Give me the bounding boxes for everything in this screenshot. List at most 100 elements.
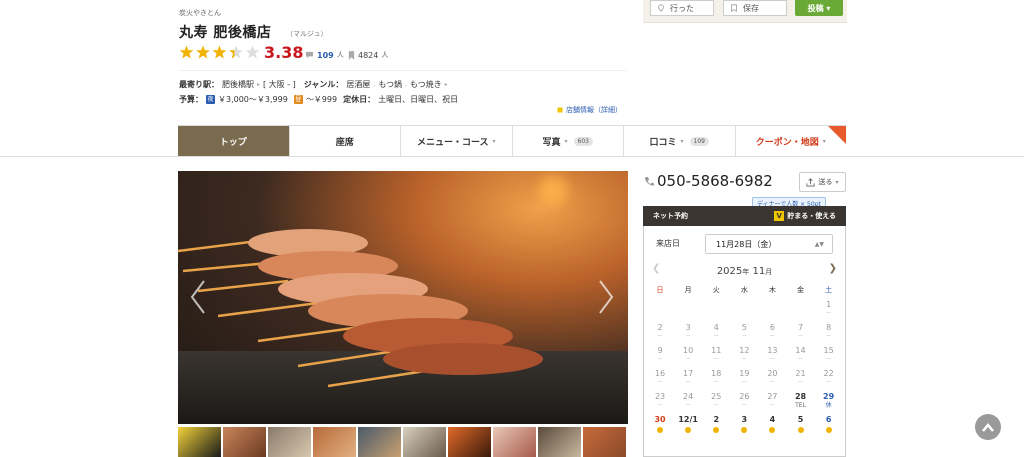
calendar-day[interactable]: 12/1: [674, 414, 702, 437]
net-reserve-title: ネット予約: [653, 212, 688, 220]
next-month-icon[interactable]: ❯: [829, 263, 837, 274]
calendar-empty: [702, 299, 730, 322]
weekday-header: 金: [797, 286, 805, 294]
station-label: 最寄り駅：: [179, 80, 219, 89]
review-count-badge: 109: [689, 137, 709, 146]
photo-thumbnail[interactable]: [313, 427, 356, 457]
calendar-day: 8 －: [825, 323, 832, 340]
rating-value: 3.38: [264, 43, 304, 62]
save-button[interactable]: 保存: [723, 0, 787, 16]
holiday-value: 土曜日、日曜日、祝日: [378, 95, 459, 104]
tab-label: メニュー・コース: [416, 138, 489, 148]
shop-info-link[interactable]: 店舗情報（詳細）: [557, 105, 622, 115]
calendar-empty: [758, 299, 786, 322]
photo-thumbnail[interactable]: [493, 427, 536, 457]
calendar-day: 9 －: [657, 346, 664, 363]
dinner-icon: 夜: [206, 95, 215, 104]
lunch-icon: 昼: [293, 95, 303, 104]
photo-thumbnails: [178, 427, 628, 457]
photo-thumbnail[interactable]: [538, 427, 581, 457]
calendar-day: 13 －: [767, 346, 778, 363]
area-link[interactable]: [ 大阪 - ]: [263, 79, 296, 90]
corner-ribbon: [828, 126, 846, 144]
send-button[interactable]: 送る ▾: [799, 172, 846, 192]
photo-thumbnail[interactable]: [223, 427, 266, 457]
calendar-day: 14 －: [795, 346, 806, 363]
tab-label: 口コミ: [649, 138, 677, 148]
top-actions: 行った 保存 投稿 ▾: [643, 0, 847, 22]
tab-label: 座席: [335, 138, 354, 148]
calendar-day[interactable]: 2: [702, 414, 730, 437]
visit-date-select[interactable]: 11月28日（金） ▲▼: [705, 234, 833, 254]
review-count[interactable]: 109 人: [305, 50, 344, 60]
calendar-day[interactable]: 6: [815, 414, 843, 437]
calendar-empty: [674, 299, 702, 322]
station-genre-row: 最寄り駅： 肥後橋駅 ▸ [ 大阪 - ] ジャンル： 居酒屋, もつ鍋, もつ焼…: [179, 79, 448, 90]
chevron-down-icon: ▲▼: [814, 240, 824, 248]
phone-number[interactable]: 050-5868-6982: [644, 172, 773, 190]
tab-photos[interactable]: 写真 ▾ 603: [512, 126, 624, 157]
save-count-unit: 人: [381, 51, 389, 59]
calendar-grid: 日 月 火 水 木 金 土 1 － 2 － 3 － 4 － 5 － 6 － 7 － 8 － 9 － 10 － 11 － 12 － 13 － 14 －…: [646, 283, 843, 437]
genre-link[interactable]: もつ焼き: [410, 79, 442, 90]
review-count-unit: 人: [336, 51, 344, 59]
weekday-header: 火: [712, 286, 720, 294]
star-rating-icon: [179, 45, 260, 59]
doc-icon: [557, 107, 563, 113]
photo-thumbnail[interactable]: [358, 427, 401, 457]
went-button[interactable]: 行った: [650, 0, 714, 16]
tab-menu[interactable]: メニュー・コース ▾: [401, 126, 513, 157]
main-photo[interactable]: [178, 171, 628, 424]
calendar-day: 26 －: [739, 392, 750, 409]
photo-prev-icon[interactable]: [188, 279, 208, 315]
lunch-budget: ～￥999: [305, 95, 338, 104]
calendar-day: 7 －: [797, 323, 804, 340]
photo-thumbnail[interactable]: [268, 427, 311, 457]
post-button[interactable]: 投稿 ▾: [795, 0, 843, 16]
rating-stars: [179, 45, 261, 60]
station-link[interactable]: 肥後橋駅: [222, 79, 254, 90]
calendar-day: 11 －: [711, 346, 722, 363]
tab-reviews[interactable]: 口コミ ▾ 109: [624, 126, 736, 157]
scroll-to-top-button[interactable]: [975, 414, 1001, 440]
calendar-day: 22 －: [823, 369, 834, 386]
bookmark-icon: [731, 4, 737, 12]
calendar-day: 3 －: [685, 323, 692, 340]
calendar-day: 18 －: [711, 369, 722, 386]
calendar-day[interactable]: 30: [646, 414, 674, 437]
tab-seats[interactable]: 座席: [289, 126, 401, 157]
holiday-label: 定休日：: [343, 95, 376, 104]
calendar-day[interactable]: 29 休: [815, 391, 843, 414]
save-count: 4824 人: [348, 50, 388, 60]
tab-label: 写真: [542, 138, 561, 148]
genre-kicker: 炭火やきとん: [179, 9, 221, 17]
calendar-day: 20 －: [767, 369, 778, 386]
reservation-calendar: 来店日 11月28日（金） ▲▼ ❮ 2025年 11月 ❯ 日月火水木金土 1 －…: [643, 226, 846, 457]
weekday-header: 木: [768, 286, 776, 294]
shop-tabs: トップ 座席 メニュー・コース ▾ 写真 ▾ 603 口コミ ▾ 109 クーポン・地図 ▾: [178, 125, 846, 157]
calendar-day: 5 －: [741, 323, 748, 340]
photo-thumbnail[interactable]: [583, 427, 626, 457]
tab-top[interactable]: トップ: [178, 126, 290, 157]
calendar-day: 25 －: [711, 392, 722, 409]
calendar-day[interactable]: 28 TEL: [786, 391, 814, 414]
photo-next-icon[interactable]: [596, 279, 616, 315]
chevron-down-icon: ▾: [492, 138, 496, 145]
genre-link[interactable]: 居酒屋: [346, 79, 370, 90]
photo-thumbnail[interactable]: [448, 427, 491, 457]
share-icon: [806, 177, 816, 187]
photo-thumbnail[interactable]: [178, 427, 221, 457]
tab-coupon-map[interactable]: クーポン・地図 ▾: [735, 126, 846, 157]
bookmark-count-icon: [348, 50, 355, 60]
photo-thumbnail[interactable]: [403, 427, 446, 457]
calendar-day: 27 －: [767, 392, 778, 409]
genre-link[interactable]: もつ鍋: [378, 79, 402, 90]
chevron-down-icon: ▾: [564, 138, 568, 145]
calendar-year-month: 2025年 11月: [716, 265, 773, 277]
calendar-day[interactable]: 4: [758, 414, 786, 437]
calendar-day[interactable]: 3: [730, 414, 758, 437]
genre-label: ジャンル：: [303, 80, 344, 89]
dinner-budget: ￥3,000～￥3,999: [218, 95, 288, 104]
calendar-day[interactable]: 5: [786, 414, 814, 437]
points-info[interactable]: V 貯まる・使える: [774, 211, 836, 221]
